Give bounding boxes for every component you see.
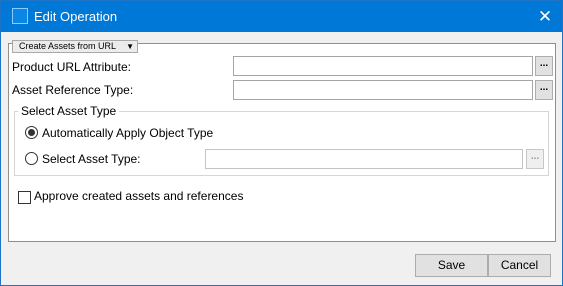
select-asset-type-field[interactable] [205, 149, 523, 169]
approve-assets-label[interactable]: Approve created assets and references [34, 189, 243, 203]
select-asset-type-browse-button: ... [526, 149, 544, 169]
edit-operation-dialog: Edit Operation ✕ Create Assets from URL … [0, 0, 563, 286]
cancel-button[interactable]: Cancel [488, 254, 551, 277]
asset-reference-type-label: Asset Reference Type: [12, 83, 134, 97]
window-icon [12, 8, 28, 24]
product-url-attribute-label: Product URL Attribute: [12, 60, 131, 74]
auto-apply-object-type-label[interactable]: Automatically Apply Object Type [42, 126, 213, 140]
select-asset-type-legend: Select Asset Type [18, 104, 120, 118]
asset-reference-type-browse-button[interactable]: ... [535, 80, 553, 100]
product-url-attribute-browse-button[interactable]: ... [535, 56, 553, 76]
select-asset-type-radio[interactable] [25, 152, 38, 165]
approve-assets-checkbox[interactable] [18, 191, 31, 204]
operation-type-label: Create Assets from URL [19, 41, 117, 51]
asset-reference-type-field[interactable] [233, 80, 533, 100]
save-button[interactable]: Save [415, 254, 488, 277]
chevron-down-icon: ▼ [126, 42, 134, 51]
title-bar[interactable]: Edit Operation ✕ [1, 1, 562, 32]
operation-type-dropdown[interactable]: Create Assets from URL ▼ [12, 40, 138, 53]
dialog-title: Edit Operation [34, 9, 118, 24]
product-url-attribute-field[interactable] [233, 56, 533, 76]
auto-apply-object-type-radio[interactable] [25, 126, 38, 139]
close-button[interactable]: ✕ [528, 1, 562, 32]
select-asset-type-label[interactable]: Select Asset Type: [42, 152, 141, 166]
